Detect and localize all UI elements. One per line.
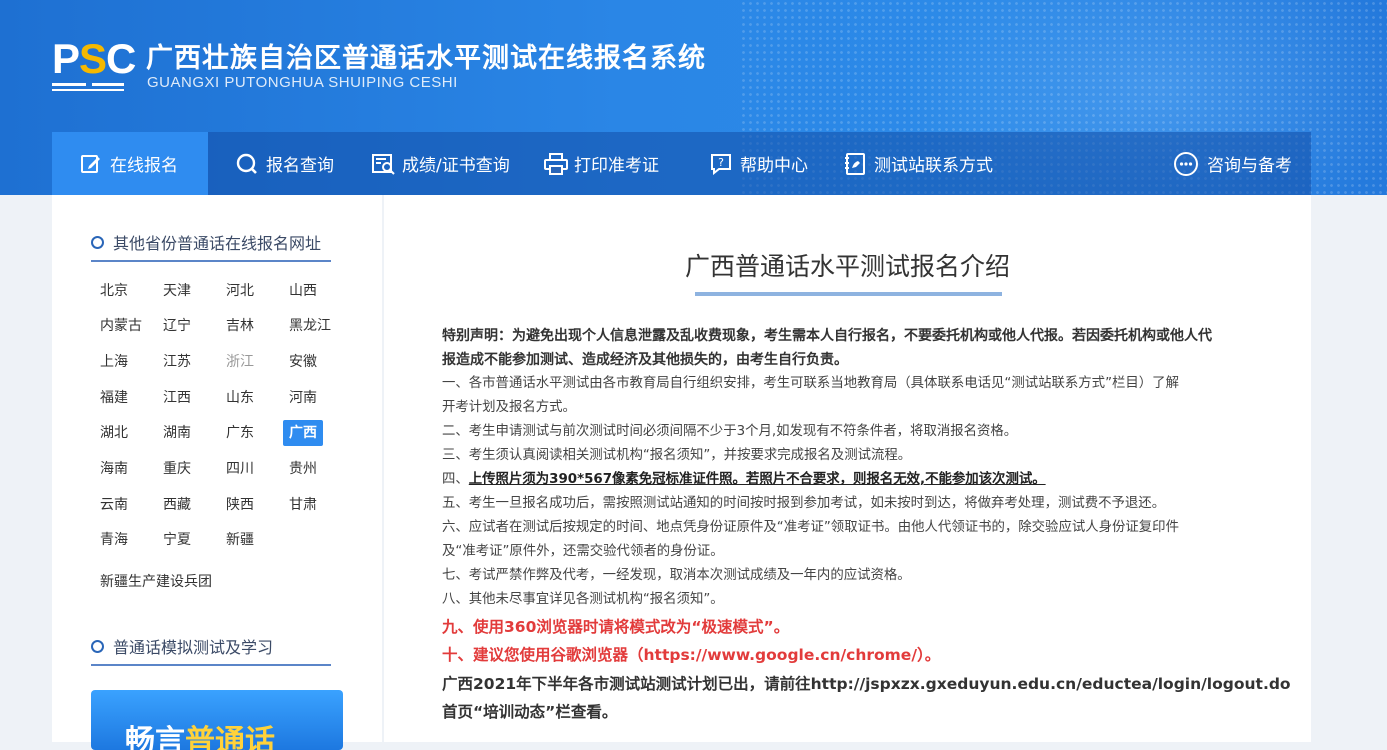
province-link-tianjin[interactable]: 天津: [163, 278, 191, 304]
main-nav: 在线报名 报名查询 成绩/证书查询 打印准考证 ? 帮助中心 测试站联系方式 咨…: [52, 132, 1311, 195]
province-link-ningxia[interactable]: 宁夏: [163, 527, 191, 553]
province-link-yunnan[interactable]: 云南: [100, 492, 128, 518]
certificate-search-icon: [372, 153, 395, 175]
notice-item-4: 四、上传照片须为390*567像素免冠标准证件照。若照片不合要求，则报名无效,不…: [442, 472, 1046, 487]
province-link-shanxi[interactable]: 山西: [289, 278, 317, 304]
notice-item-7: 七、考试严禁作弊及代考，一经发现，取消本次测试成绩及一年内的应试资格。: [442, 568, 911, 583]
help-icon: ?: [710, 153, 732, 175]
province-link-jiangsu[interactable]: 江苏: [163, 349, 191, 375]
notice-item-8: 八、其他未尽事宜详见各测试机构“报名须知”。: [442, 592, 724, 607]
province-link-guangdong[interactable]: 广东: [226, 420, 254, 446]
province-link-jilin[interactable]: 吉林: [226, 313, 254, 339]
province-link-shanghai[interactable]: 上海: [100, 349, 128, 375]
chat-icon: [1173, 151, 1199, 177]
logo-bar: [52, 89, 124, 91]
psc-logo[interactable]: PSC: [52, 37, 136, 91]
notice-item-2: 二、考生申请测试与前次测试时间必须间隔不少于3个月,如发现有不符条件者，将取消报…: [442, 424, 1018, 439]
nav-label: 测试站联系方式: [874, 156, 993, 176]
province-link-gansu[interactable]: 甘肃: [289, 492, 317, 518]
changyan-putonghua-banner[interactable]: 畅言普通话: [91, 690, 343, 750]
special-statement-line-1: 特别声明：为避免出现个人信息泄露及乱收费现象，考生需本人自行报名，不要委托机构或…: [442, 328, 1212, 344]
banner-text: 畅言普通话: [125, 724, 275, 750]
notice-item-10: 十、建议您使用谷歌浏览器（https://www.google.cn/chrom…: [442, 646, 941, 664]
notice-item-9: 九、使用360浏览器时请将模式改为“极速模式”。: [442, 618, 790, 636]
province-link-hebei[interactable]: 河北: [226, 278, 254, 304]
province-link-anhui[interactable]: 安徽: [289, 349, 317, 375]
province-link-guangxi[interactable]: 广西: [283, 420, 323, 446]
nav-item-test-station-contact[interactable]: 测试站联系方式: [844, 132, 993, 195]
section-mock-test: 普通话模拟测试及学习: [91, 628, 331, 666]
province-link-xizang[interactable]: 西藏: [163, 492, 191, 518]
nav-item-consult-prepare[interactable]: 咨询与备考: [1173, 132, 1292, 195]
province-link-zhejiang[interactable]: 浙江: [226, 349, 254, 375]
svg-text:?: ?: [718, 156, 724, 169]
notice-item-1: 一、各市普通话水平测试由各市教育局自行组织安排，考生可联系当地教育局（具体联系电…: [442, 376, 1179, 391]
province-link-hubei[interactable]: 湖北: [100, 420, 128, 446]
notice-item-6-cont: 及“准考证”原件外，还需交验代领者的身份证。: [442, 544, 724, 559]
test-plan-notice-cont: 首页“培训动态”栏查看。: [442, 703, 618, 721]
notice-item-5: 五、考生一旦报名成功后，需按照测试站通知的时间按时报到参加考试，如未按时到达，将…: [442, 496, 1166, 511]
province-link-hainan[interactable]: 海南: [100, 456, 128, 482]
edit-icon: [80, 153, 102, 175]
province-link-shandong[interactable]: 山东: [226, 385, 254, 411]
province-link-shaanxi[interactable]: 陕西: [226, 492, 254, 518]
province-link-hunan[interactable]: 湖南: [163, 420, 191, 446]
nav-item-score-certificate-query[interactable]: 成绩/证书查询: [372, 132, 510, 195]
circle-bullet-icon: [91, 235, 104, 249]
province-link-neimenggu[interactable]: 内蒙古: [100, 313, 142, 339]
nav-label: 成绩/证书查询: [402, 156, 510, 176]
province-link-guizhou[interactable]: 贵州: [289, 456, 317, 482]
province-link-fujian[interactable]: 福建: [100, 385, 128, 411]
main-content: 广西普通话水平测试报名介绍 特别声明：为避免出现个人信息泄露及乱收费现象，考生需…: [384, 195, 1311, 742]
left-sidebar: 其他省份普通话在线报名网址 北京 天津 河北 山西 内蒙古 辽宁 吉林 黑龙江 …: [52, 195, 382, 750]
province-link-heilongjiang[interactable]: 黑龙江: [289, 313, 331, 339]
section-title: 普通话模拟测试及学习: [113, 638, 274, 657]
nav-item-print-admission-ticket[interactable]: 打印准考证: [544, 132, 659, 195]
province-link-chongqing[interactable]: 重庆: [163, 456, 191, 482]
section-other-provinces: 其他省份普通话在线报名网址: [91, 224, 331, 262]
nav-label: 打印准考证: [574, 156, 659, 176]
contact-icon: [844, 152, 866, 175]
province-link-xinjiang[interactable]: 新疆: [226, 527, 254, 553]
province-link-sichuan[interactable]: 四川: [226, 456, 254, 482]
nav-label: 在线报名: [110, 156, 178, 176]
site-subtitle: GUANGXI PUTONGHUA SHUIPING CESHI: [147, 74, 458, 91]
province-link-henan[interactable]: 河南: [289, 385, 317, 411]
nav-item-online-registration[interactable]: 在线报名: [52, 132, 208, 195]
logo-text: PSC: [52, 35, 136, 82]
search-icon: [236, 153, 258, 175]
site-title: 广西壮族自治区普通话水平测试在线报名系统: [146, 43, 706, 74]
printer-icon: [544, 152, 568, 175]
nav-label: 咨询与备考: [1207, 156, 1292, 176]
title-underline: [695, 292, 1002, 296]
notice-item-6: 六、应试者在测试后按规定的时间、地点凭身份证原件及“准考证”领取证书。由他人代领…: [442, 520, 1179, 535]
nav-label: 帮助中心: [740, 156, 808, 176]
test-plan-notice: 广西2021年下半年各市测试站测试计划已出，请前往http://jspxzx.g…: [442, 675, 1291, 693]
circle-bullet-icon: [91, 639, 104, 653]
province-link-liaoning[interactable]: 辽宁: [163, 313, 191, 339]
special-statement-line-2: 报造成不能参加测试、造成经济及其他损失的，由考生自行负责。: [442, 352, 848, 368]
notice-item-1-cont: 开考计划及报名方式。: [442, 400, 576, 415]
page-title: 广西普通话水平测试报名介绍: [684, 252, 1010, 281]
nav-item-help-center[interactable]: ? 帮助中心: [710, 132, 808, 195]
site-header: PSC 广西壮族自治区普通话水平测试在线报名系统 GUANGXI PUTONGH…: [0, 0, 1387, 195]
nav-label: 报名查询: [266, 156, 334, 176]
province-link-bingtuan[interactable]: 新疆生产建设兵团: [100, 569, 212, 595]
province-link-qinghai[interactable]: 青海: [100, 527, 128, 553]
section-title: 其他省份普通话在线报名网址: [113, 234, 322, 253]
logo-bar: [92, 83, 124, 86]
logo-bar: [52, 83, 86, 86]
nav-item-registration-query[interactable]: 报名查询: [236, 132, 334, 195]
notice-item-3: 三、考生须认真阅读相关测试机构“报名须知”，并按要求完成报名及测试流程。: [442, 448, 912, 463]
province-link-jiangxi[interactable]: 江西: [163, 385, 191, 411]
province-link-beijing[interactable]: 北京: [100, 278, 128, 304]
